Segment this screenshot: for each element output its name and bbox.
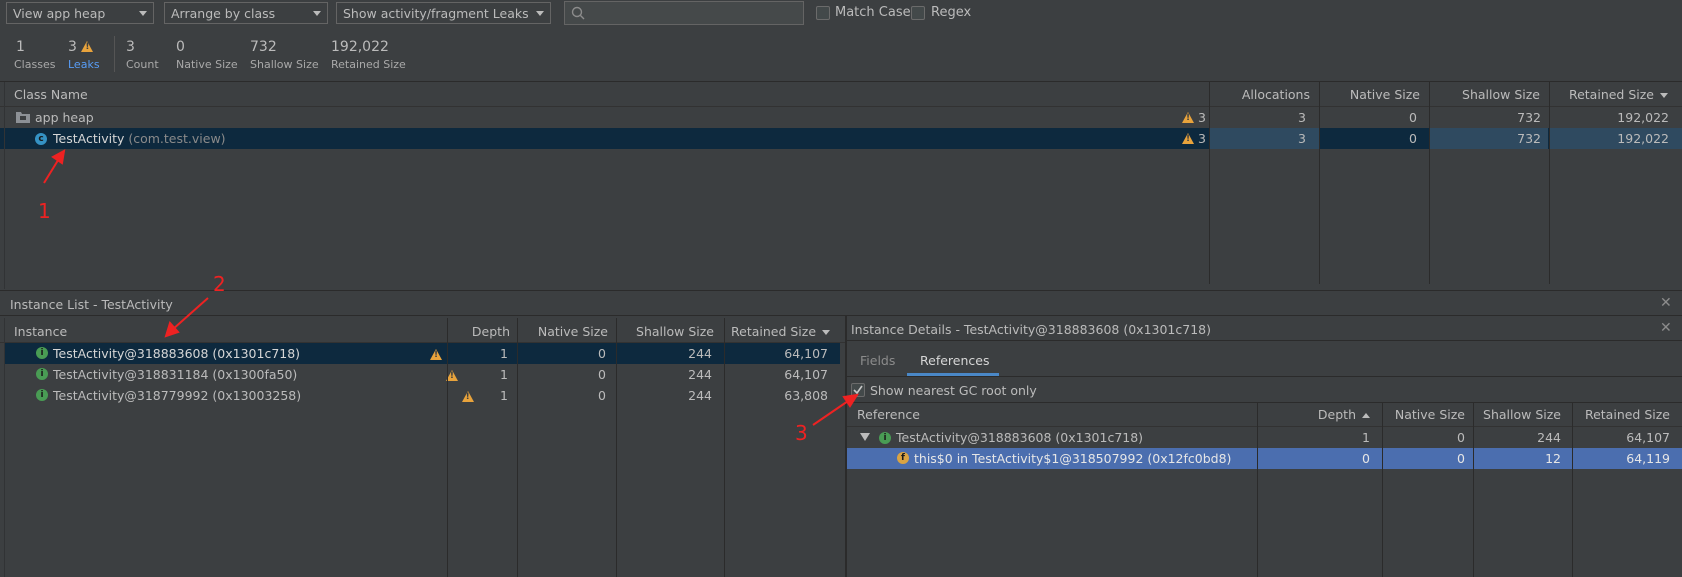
- annotation-arrows: [43, 149, 860, 426]
- annotation-label-3: 3: [795, 421, 808, 445]
- annotation-label-2: 2: [213, 272, 226, 296]
- annotation-label-1: 1: [38, 199, 51, 223]
